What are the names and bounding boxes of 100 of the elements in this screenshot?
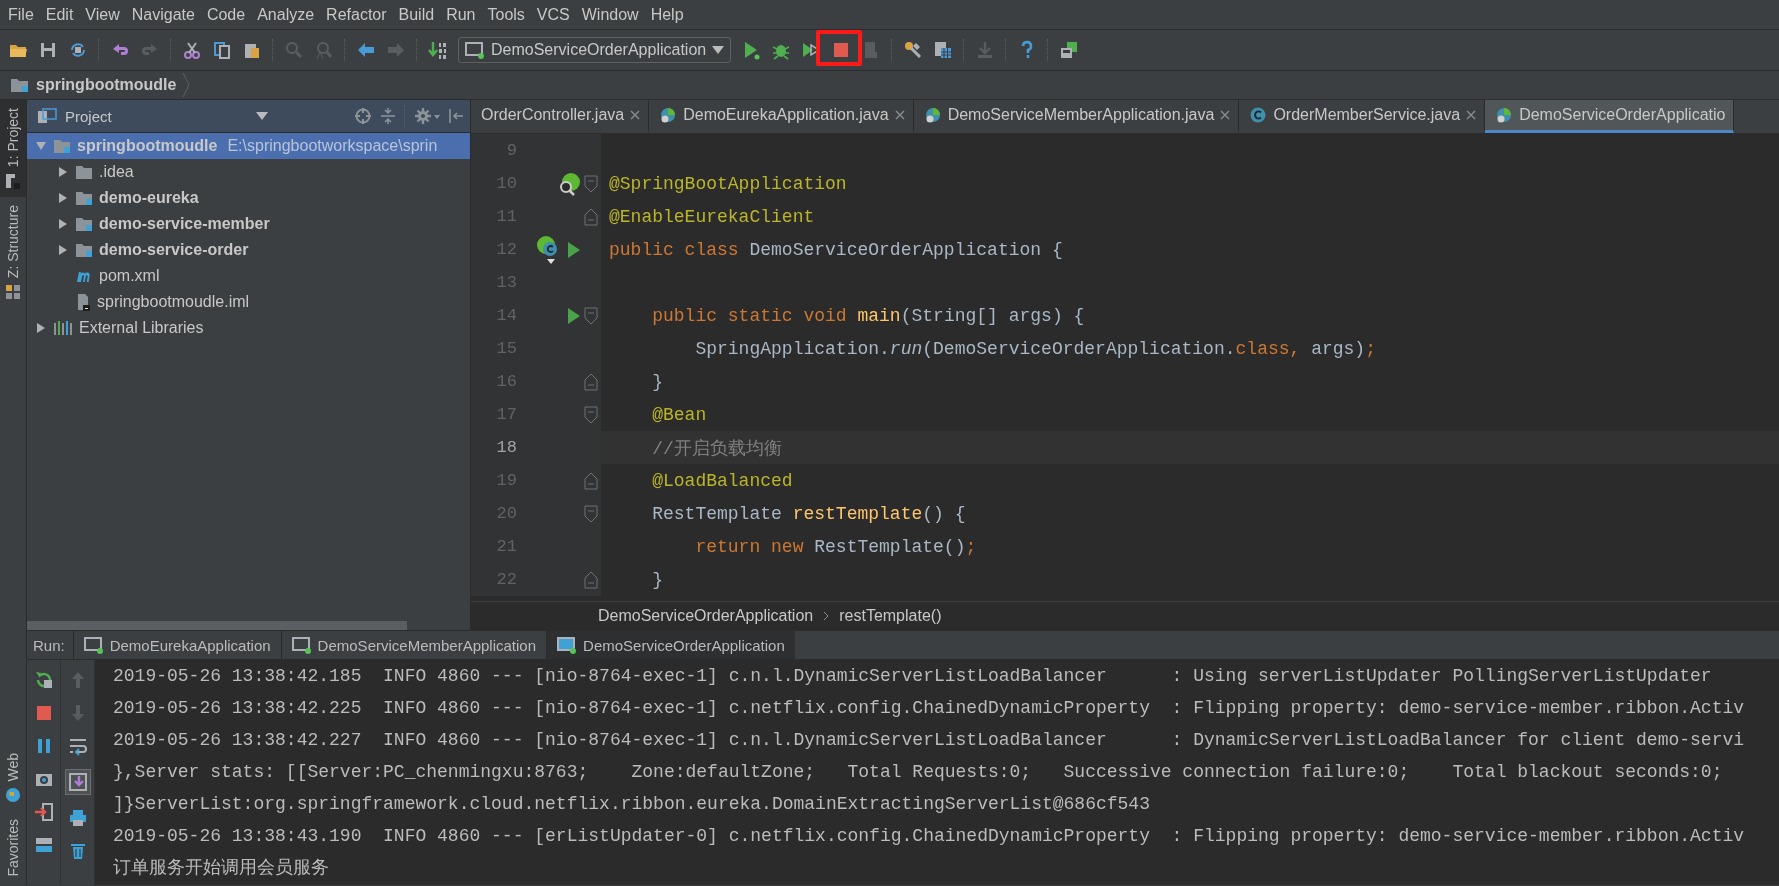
menu-item[interactable]: File (2, 5, 40, 24)
tool-window-tab[interactable]: 1: Project (0, 100, 26, 198)
run-label: Run: (32, 636, 66, 654)
expanded-arrow-icon[interactable] (35, 140, 47, 152)
close-icon[interactable] (894, 110, 905, 120)
scissors-icon[interactable] (182, 40, 202, 60)
sync-icon[interactable] (68, 40, 88, 60)
scrollbar[interactable] (27, 620, 407, 630)
spring-class-icon (659, 106, 678, 124)
code-line: public class DemoServiceOrderApplication { (608, 239, 1063, 260)
tree-item[interactable]: demo-eureka (27, 185, 470, 211)
project-icon (37, 108, 57, 124)
fold-marker-icon[interactable] (584, 471, 598, 490)
crosshair-icon[interactable] (354, 107, 372, 125)
soft-wrap-icon[interactable] (67, 736, 88, 756)
collapsed-arrow-icon[interactable] (57, 218, 69, 230)
spring-class-icon (1495, 106, 1514, 124)
collapsed-arrow-icon[interactable] (57, 244, 69, 256)
code-line: @Bean (651, 404, 707, 425)
tree-item[interactable]: demo-service-order (27, 237, 470, 263)
code-line: public static void main(String[] args) { (651, 305, 1085, 326)
code-line: RestTemplate restTemplate() { (651, 503, 966, 524)
run-icon[interactable] (567, 306, 581, 325)
bean-icon[interactable] (557, 171, 581, 196)
console-line: },Server stats: [[Server:PC_chenmingxu:8763; Zone:defaultZone; Total Requests:0; Successive connection failure:0; Total blackout seconds:0; (113, 761, 1724, 784)
library-icon (53, 320, 73, 336)
plugin-icon[interactable] (1059, 40, 1080, 60)
window-icon (83, 636, 104, 654)
project-name[interactable]: springbootmoudle (36, 76, 177, 94)
run-icon[interactable] (567, 240, 581, 259)
fold-marker-icon[interactable] (584, 405, 598, 424)
window-icon (557, 636, 578, 654)
tree-item-label: demo-service-order (99, 241, 249, 259)
tree-item-label: springbootmoudle (77, 137, 218, 155)
fold-marker-icon[interactable] (584, 372, 598, 391)
menu-item[interactable]: Help (644, 5, 690, 24)
close-icon[interactable] (1220, 110, 1231, 120)
tree-item-label: demo-eureka (99, 189, 199, 207)
close-icon[interactable] (630, 110, 641, 120)
exit-icon[interactable] (33, 802, 54, 822)
fold-marker-icon[interactable] (584, 207, 598, 226)
settings-icon[interactable] (414, 107, 440, 125)
menu-item[interactable]: Analyze (251, 5, 321, 24)
run-config-dropdown[interactable]: DemoServiceOrderApplication (458, 37, 732, 63)
tree-item[interactable]: .idea (27, 159, 470, 185)
fold-marker-icon[interactable] (584, 306, 598, 325)
tree-item-label: springbootmoudle.iml (97, 293, 250, 311)
dropdown-caret-icon[interactable] (256, 112, 268, 120)
tool-window-tab[interactable]: Z: Structure (0, 197, 26, 309)
menu-item[interactable]: Refactor (320, 5, 393, 24)
menu-item[interactable]: Navigate (125, 5, 201, 24)
breadcrumb-item[interactable]: restTemplate() (839, 607, 942, 625)
tool-window-tab[interactable]: Web (0, 744, 26, 812)
line-number: 18 (495, 438, 518, 457)
menu-item[interactable]: Edit (39, 5, 80, 24)
console-line: 2019-05-26 13:38:43.190 INFO 4860 --- [erListUpdater-0] c.netflix.config.ChainedDynamicProperty : Flipping property: demo-service-member.ribbon.Activ (113, 825, 1746, 848)
fold-marker-icon[interactable] (584, 504, 598, 523)
rerun-icon[interactable] (33, 670, 54, 690)
console-line: 订单服务开始调用会员服务 (113, 857, 330, 880)
menu-item[interactable]: Tools (481, 5, 531, 24)
build-icon[interactable] (428, 40, 448, 60)
hide-panel-icon[interactable] (448, 107, 464, 125)
module-folder-icon (75, 216, 93, 232)
fold-marker-icon[interactable] (584, 570, 598, 589)
project-path: E:\springbootworkspace\sprin (227, 137, 438, 155)
class-icon (1249, 106, 1268, 124)
tree-item[interactable]: External Libraries (27, 315, 470, 341)
collapsed-arrow-icon[interactable] (57, 166, 69, 178)
collapsed-arrow-icon[interactable] (35, 322, 47, 334)
menu-item[interactable]: View (79, 5, 126, 24)
menu-item[interactable]: Code (200, 5, 252, 24)
tree-item-label: demo-service-member (99, 215, 270, 233)
close-icon[interactable] (1466, 110, 1477, 120)
grid-icon[interactable] (933, 40, 954, 60)
menu-item[interactable]: Run (440, 5, 482, 24)
wrench-icon[interactable] (903, 40, 924, 60)
fold-marker-icon[interactable] (584, 174, 598, 193)
collapse-icon[interactable] (380, 107, 396, 125)
menu-item[interactable]: Window (575, 5, 645, 24)
collapsed-arrow-icon[interactable] (57, 192, 69, 204)
globe-icon (5, 787, 21, 804)
run-tab[interactable]: DemoServiceOrderApplication (546, 631, 795, 659)
printer-icon[interactable] (67, 808, 88, 828)
copy-icon[interactable] (212, 40, 232, 60)
editor-tab[interactable]: DemoServiceOrderApplicatio (1485, 100, 1735, 133)
console-line: 2019-05-26 13:38:42.225 INFO 4860 --- [nio-8764-exec-1] c.netflix.config.ChainedDynamicProperty : Flipping property: demo-service-member.ribbon.Activ (113, 697, 1746, 720)
scroll-to-end-icon[interactable] (67, 772, 88, 792)
panel-title: Project (65, 107, 112, 125)
tree-item[interactable]: springbootmoudle.iml (27, 289, 470, 315)
breadcrumb-item[interactable]: DemoServiceOrderApplication (598, 607, 814, 625)
menu-item[interactable]: VCS (530, 5, 576, 24)
window-icon (465, 41, 485, 59)
console-line: 2019-05-26 13:38:42.227 INFO 4860 --- [nio-8764-exec-1] c.n.l.DynamicServerListLoadBalancer : DynamicServerListLoadBalancer for client demo-servi (113, 729, 1746, 752)
code-line: //开启负载均衡 (651, 437, 782, 460)
tree-item[interactable]: demo-service-member (27, 211, 470, 237)
tool-window-tab[interactable]: Favorites (0, 811, 26, 885)
spring-class-icon (923, 106, 942, 124)
tree-item[interactable]: pom.xml (27, 263, 470, 289)
menu-item[interactable]: Build (392, 5, 441, 24)
layout-icon[interactable] (33, 835, 54, 855)
